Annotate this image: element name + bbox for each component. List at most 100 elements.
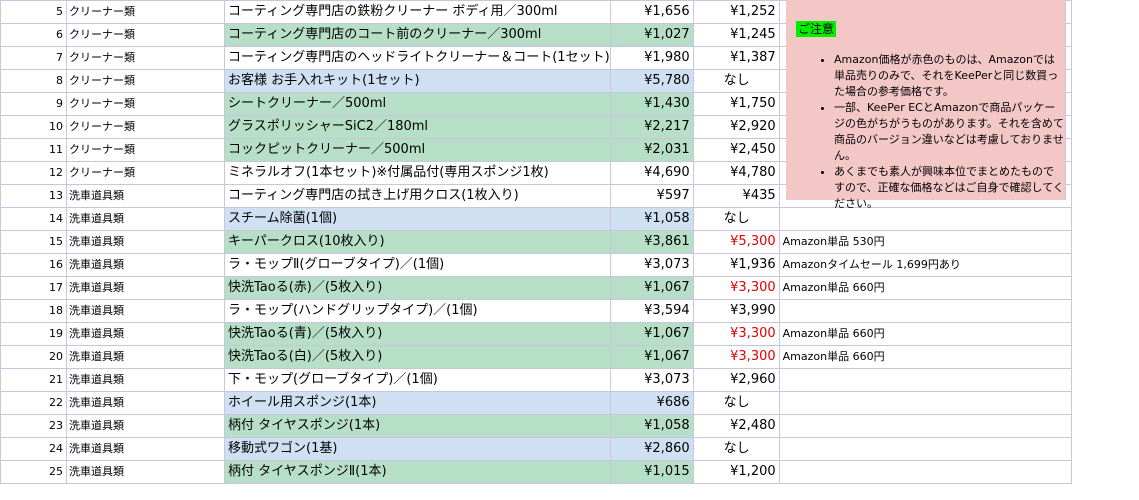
product-name-cell[interactable]: 柄付 タイヤスポンジ(1本) <box>224 414 611 438</box>
product-name-cell[interactable]: 快洗Taoる(白)／(5枚入り) <box>224 345 611 369</box>
product-name-cell[interactable]: お客様 お手入れキット(1セット) <box>224 69 611 93</box>
category-cell[interactable]: クリーナー類 <box>66 46 225 70</box>
note-cell[interactable] <box>778 414 1072 438</box>
amazon-price-cell[interactable]: ¥4,780 <box>692 161 780 185</box>
row-number-cell[interactable]: 9 <box>0 92 67 116</box>
category-cell[interactable]: 洗車道具類 <box>66 437 225 461</box>
note-cell[interactable]: Amazon単品 660円 <box>778 322 1072 346</box>
category-cell[interactable]: クリーナー類 <box>66 115 225 139</box>
row-number-cell[interactable]: 6 <box>0 23 67 47</box>
product-name-cell[interactable]: キーパークロス(10枚入り) <box>224 230 611 254</box>
row-number-cell[interactable]: 22 <box>0 391 67 415</box>
product-name-cell[interactable]: ラ・モップ(ハンドグリップタイプ)／(1個) <box>224 299 611 323</box>
category-cell[interactable]: 洗車道具類 <box>66 230 225 254</box>
amazon-price-cell[interactable]: ¥2,920 <box>692 115 780 139</box>
row-number-cell[interactable]: 8 <box>0 69 67 93</box>
keeper-price-cell[interactable]: ¥3,073 <box>609 368 694 392</box>
category-cell[interactable]: クリーナー類 <box>66 92 225 116</box>
keeper-price-cell[interactable]: ¥2,860 <box>609 437 694 461</box>
amazon-price-cell[interactable]: なし <box>692 207 780 231</box>
keeper-price-cell[interactable]: ¥1,015 <box>609 460 694 484</box>
amazon-price-cell[interactable]: なし <box>692 69 780 93</box>
row-number-cell[interactable]: 13 <box>0 184 67 208</box>
amazon-price-cell[interactable]: ¥3,300 <box>692 322 780 346</box>
keeper-price-cell[interactable]: ¥597 <box>609 184 694 208</box>
row-number-cell[interactable]: 11 <box>0 138 67 162</box>
keeper-price-cell[interactable]: ¥3,073 <box>609 253 694 277</box>
keeper-price-cell[interactable]: ¥1,656 <box>609 0 694 24</box>
category-cell[interactable]: 洗車道具類 <box>66 184 225 208</box>
note-cell[interactable] <box>778 437 1072 461</box>
keeper-price-cell[interactable]: ¥1,067 <box>609 345 694 369</box>
product-name-cell[interactable]: 柄付 タイヤスポンジⅡ(1本) <box>224 460 611 484</box>
keeper-price-cell[interactable]: ¥3,861 <box>609 230 694 254</box>
category-cell[interactable]: 洗車道具類 <box>66 368 225 392</box>
note-cell[interactable]: Amazon単品 530円 <box>778 230 1072 254</box>
keeper-price-cell[interactable]: ¥3,594 <box>609 299 694 323</box>
row-number-cell[interactable]: 24 <box>0 437 67 461</box>
amazon-price-cell[interactable]: ¥435 <box>692 184 780 208</box>
keeper-price-cell[interactable]: ¥4,690 <box>609 161 694 185</box>
row-number-cell[interactable]: 21 <box>0 368 67 392</box>
note-cell[interactable]: Amazon単品 660円 <box>778 276 1072 300</box>
keeper-price-cell[interactable]: ¥1,980 <box>609 46 694 70</box>
row-number-cell[interactable]: 14 <box>0 207 67 231</box>
amazon-price-cell[interactable]: ¥5,300 <box>692 230 780 254</box>
amazon-price-cell[interactable]: ¥2,450 <box>692 138 780 162</box>
row-number-cell[interactable]: 7 <box>0 46 67 70</box>
row-number-cell[interactable]: 20 <box>0 345 67 369</box>
row-number-cell[interactable]: 15 <box>0 230 67 254</box>
note-cell[interactable] <box>778 391 1072 415</box>
amazon-price-cell[interactable]: ¥1,387 <box>692 46 780 70</box>
product-name-cell[interactable]: コーティング専門店の鉄粉クリーナー ボディ用／300ml <box>224 0 611 24</box>
keeper-price-cell[interactable]: ¥5,780 <box>609 69 694 93</box>
amazon-price-cell[interactable]: ¥2,960 <box>692 368 780 392</box>
category-cell[interactable]: 洗車道具類 <box>66 299 225 323</box>
keeper-price-cell[interactable]: ¥2,217 <box>609 115 694 139</box>
category-cell[interactable]: 洗車道具類 <box>66 345 225 369</box>
category-cell[interactable]: 洗車道具類 <box>66 460 225 484</box>
category-cell[interactable]: 洗車道具類 <box>66 322 225 346</box>
product-name-cell[interactable]: スチーム除菌(1個) <box>224 207 611 231</box>
note-cell[interactable] <box>778 299 1072 323</box>
category-cell[interactable]: 洗車道具類 <box>66 276 225 300</box>
amazon-price-cell[interactable]: ¥3,300 <box>692 276 780 300</box>
keeper-price-cell[interactable]: ¥1,058 <box>609 414 694 438</box>
row-number-cell[interactable]: 12 <box>0 161 67 185</box>
product-name-cell[interactable]: 下・モップ(グローブタイプ)／(1個) <box>224 368 611 392</box>
product-name-cell[interactable]: ラ・モップⅡ(グローブタイプ)／(1個) <box>224 253 611 277</box>
note-cell[interactable]: Amazonタイムセール 1,699円あり <box>778 253 1072 277</box>
note-cell[interactable]: Amazon単品 660円 <box>778 345 1072 369</box>
row-number-cell[interactable]: 25 <box>0 460 67 484</box>
category-cell[interactable]: クリーナー類 <box>66 138 225 162</box>
keeper-price-cell[interactable]: ¥1,067 <box>609 322 694 346</box>
note-cell[interactable] <box>778 460 1072 484</box>
product-name-cell[interactable]: コーティング専門店のコート前のクリーナー／300ml <box>224 23 611 47</box>
category-cell[interactable]: 洗車道具類 <box>66 253 225 277</box>
product-name-cell[interactable]: コックピットクリーナー／500ml <box>224 138 611 162</box>
keeper-price-cell[interactable]: ¥686 <box>609 391 694 415</box>
amazon-price-cell[interactable]: ¥1,936 <box>692 253 780 277</box>
category-cell[interactable]: クリーナー類 <box>66 69 225 93</box>
product-name-cell[interactable]: コーティング専門店の拭き上げ用クロス(1枚入り) <box>224 184 611 208</box>
product-name-cell[interactable]: シートクリーナー／500ml <box>224 92 611 116</box>
amazon-price-cell[interactable]: ¥2,480 <box>692 414 780 438</box>
amazon-price-cell[interactable]: ¥1,252 <box>692 0 780 24</box>
amazon-price-cell[interactable]: ¥1,200 <box>692 460 780 484</box>
product-name-cell[interactable]: ホイール用スポンジ(1本) <box>224 391 611 415</box>
category-cell[interactable]: クリーナー類 <box>66 0 225 24</box>
amazon-price-cell[interactable]: ¥3,990 <box>692 299 780 323</box>
amazon-price-cell[interactable]: なし <box>692 391 780 415</box>
product-name-cell[interactable]: 移動式ワゴン(1基) <box>224 437 611 461</box>
row-number-cell[interactable]: 16 <box>0 253 67 277</box>
keeper-price-cell[interactable]: ¥1,058 <box>609 207 694 231</box>
amazon-price-cell[interactable]: ¥1,750 <box>692 92 780 116</box>
category-cell[interactable]: 洗車道具類 <box>66 414 225 438</box>
product-name-cell[interactable]: 快洗Taoる(赤)／(5枚入り) <box>224 276 611 300</box>
product-name-cell[interactable]: コーティング専門店のヘッドライトクリーナー＆コート(1セット) <box>224 46 611 70</box>
amazon-price-cell[interactable]: ¥3,300 <box>692 345 780 369</box>
keeper-price-cell[interactable]: ¥2,031 <box>609 138 694 162</box>
amazon-price-cell[interactable]: ¥1,245 <box>692 23 780 47</box>
keeper-price-cell[interactable]: ¥1,067 <box>609 276 694 300</box>
amazon-price-cell[interactable]: なし <box>692 437 780 461</box>
